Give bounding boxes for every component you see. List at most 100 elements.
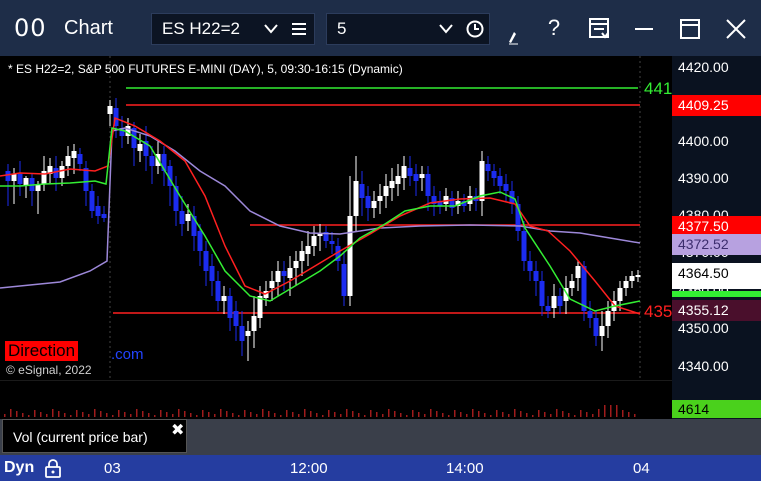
- volume-bar: [16, 411, 18, 417]
- volume-bar: [100, 411, 102, 417]
- volume-bar: [628, 412, 630, 417]
- volume-bar: [634, 414, 636, 417]
- candle-body: [209, 266, 215, 281]
- minimize-icon[interactable]: [634, 26, 654, 32]
- volume-bar: [454, 410, 456, 417]
- volume-bar: [40, 412, 42, 417]
- candle-body: [83, 168, 89, 191]
- volume-bar: [244, 410, 246, 417]
- maximize-icon[interactable]: [679, 18, 701, 40]
- candle-body: [41, 171, 47, 184]
- price-axis[interactable]: 4420.00 4400.00 4390.00 4380.00 4370.00 …: [672, 56, 761, 380]
- volume-bar: [280, 415, 282, 417]
- candle-body: [107, 106, 113, 114]
- candle-body: [365, 196, 371, 208]
- candle-body: [341, 264, 347, 296]
- volume-pane[interactable]: [0, 380, 672, 419]
- volume-bar: [484, 413, 486, 417]
- price-tick: 4420.00: [678, 59, 729, 75]
- copyright-text: © eSignal, 2022: [6, 363, 92, 377]
- volume-bar: [154, 415, 156, 417]
- price-tick: 4340.00: [678, 358, 729, 374]
- candle-body: [419, 174, 425, 178]
- volume-bars: [0, 380, 672, 417]
- close-icon[interactable]: [725, 18, 747, 40]
- price-chart[interactable]: * ES H22=2, S&P 500 FUTURES E-MINI (DAY)…: [0, 56, 672, 380]
- volume-bar: [370, 410, 372, 417]
- time-tick: 03: [104, 460, 121, 477]
- candle-body: [485, 164, 491, 171]
- candle-body: [65, 156, 71, 166]
- volume-bar: [76, 410, 78, 417]
- chevron-down-icon[interactable]: [439, 23, 453, 35]
- draw-tool-icon[interactable]: [506, 26, 522, 46]
- candle-body: [215, 281, 221, 301]
- volume-bar: [88, 414, 90, 417]
- volume-bar: [448, 415, 450, 417]
- volume-bar: [568, 413, 570, 417]
- close-icon[interactable]: ✖: [171, 420, 184, 440]
- chevron-down-icon[interactable]: [264, 23, 278, 35]
- volume-legend[interactable]: Vol (current price bar) ✖: [2, 419, 187, 453]
- candle-body: [377, 196, 383, 201]
- candle-body: [221, 296, 227, 301]
- volume-bar: [352, 411, 354, 417]
- app-icon[interactable]: 00: [14, 14, 47, 42]
- candle-body: [587, 311, 593, 318]
- list-icon[interactable]: [290, 20, 308, 38]
- candle-body: [353, 181, 359, 216]
- candle-body: [281, 271, 287, 276]
- candle-body: [401, 166, 407, 178]
- candle-body: [413, 174, 419, 181]
- volume-bar: [514, 409, 516, 417]
- candle-body: [299, 251, 305, 261]
- candle-body: [5, 171, 11, 181]
- interval-input[interactable]: 5: [326, 13, 490, 45]
- help-icon[interactable]: ?: [541, 15, 567, 43]
- candle-body: [311, 236, 317, 246]
- volume-bar: [316, 413, 318, 417]
- chart-canvas[interactable]: [0, 56, 672, 380]
- volume-bar: [574, 415, 576, 417]
- volume-bar: [598, 409, 600, 417]
- volume-bar: [208, 412, 210, 417]
- candle-body: [317, 234, 323, 236]
- volume-bar: [202, 410, 204, 417]
- volume-bar: [214, 414, 216, 417]
- volume-bar: [124, 412, 126, 417]
- candle-body: [389, 181, 395, 188]
- page-setup-icon[interactable]: [588, 17, 612, 41]
- volume-bar: [472, 409, 474, 417]
- volume-bar: [586, 412, 588, 417]
- volume-bar: [490, 415, 492, 417]
- candle-body: [593, 318, 599, 336]
- chart-title: * ES H22=2, S&P 500 FUTURES E-MINI (DAY)…: [8, 62, 403, 76]
- volume-bar: [52, 409, 54, 417]
- price-marker-red: 4409.25: [672, 95, 761, 116]
- candle-body: [53, 168, 59, 178]
- volume-bar: [262, 409, 264, 417]
- candle-body: [503, 184, 509, 191]
- lock-icon[interactable]: [44, 458, 62, 478]
- time-axis[interactable]: Dyn 03 12:00 14:00 04: [0, 455, 761, 481]
- volume-bar: [226, 411, 228, 417]
- candle-body: [71, 151, 77, 158]
- candle-body: [605, 311, 611, 326]
- volume-bar: [508, 414, 510, 417]
- volume-bar: [580, 410, 582, 417]
- volume-bar: [58, 411, 60, 417]
- clock-icon[interactable]: [465, 19, 485, 39]
- symbol-input[interactable]: ES H22=2: [151, 13, 315, 45]
- dynamic-mode-label[interactable]: Dyn: [4, 459, 34, 477]
- candle-body: [185, 214, 191, 221]
- volume-bar: [406, 415, 408, 417]
- volume-bar: [538, 410, 540, 417]
- candle-body: [359, 184, 365, 198]
- volume-bar: [310, 411, 312, 417]
- volume-bar: [550, 414, 552, 417]
- candle-body: [425, 174, 431, 196]
- candle-body: [527, 261, 533, 271]
- time-tick: 12:00: [290, 460, 328, 477]
- volume-bar: [10, 409, 12, 417]
- candle-body: [497, 176, 503, 186]
